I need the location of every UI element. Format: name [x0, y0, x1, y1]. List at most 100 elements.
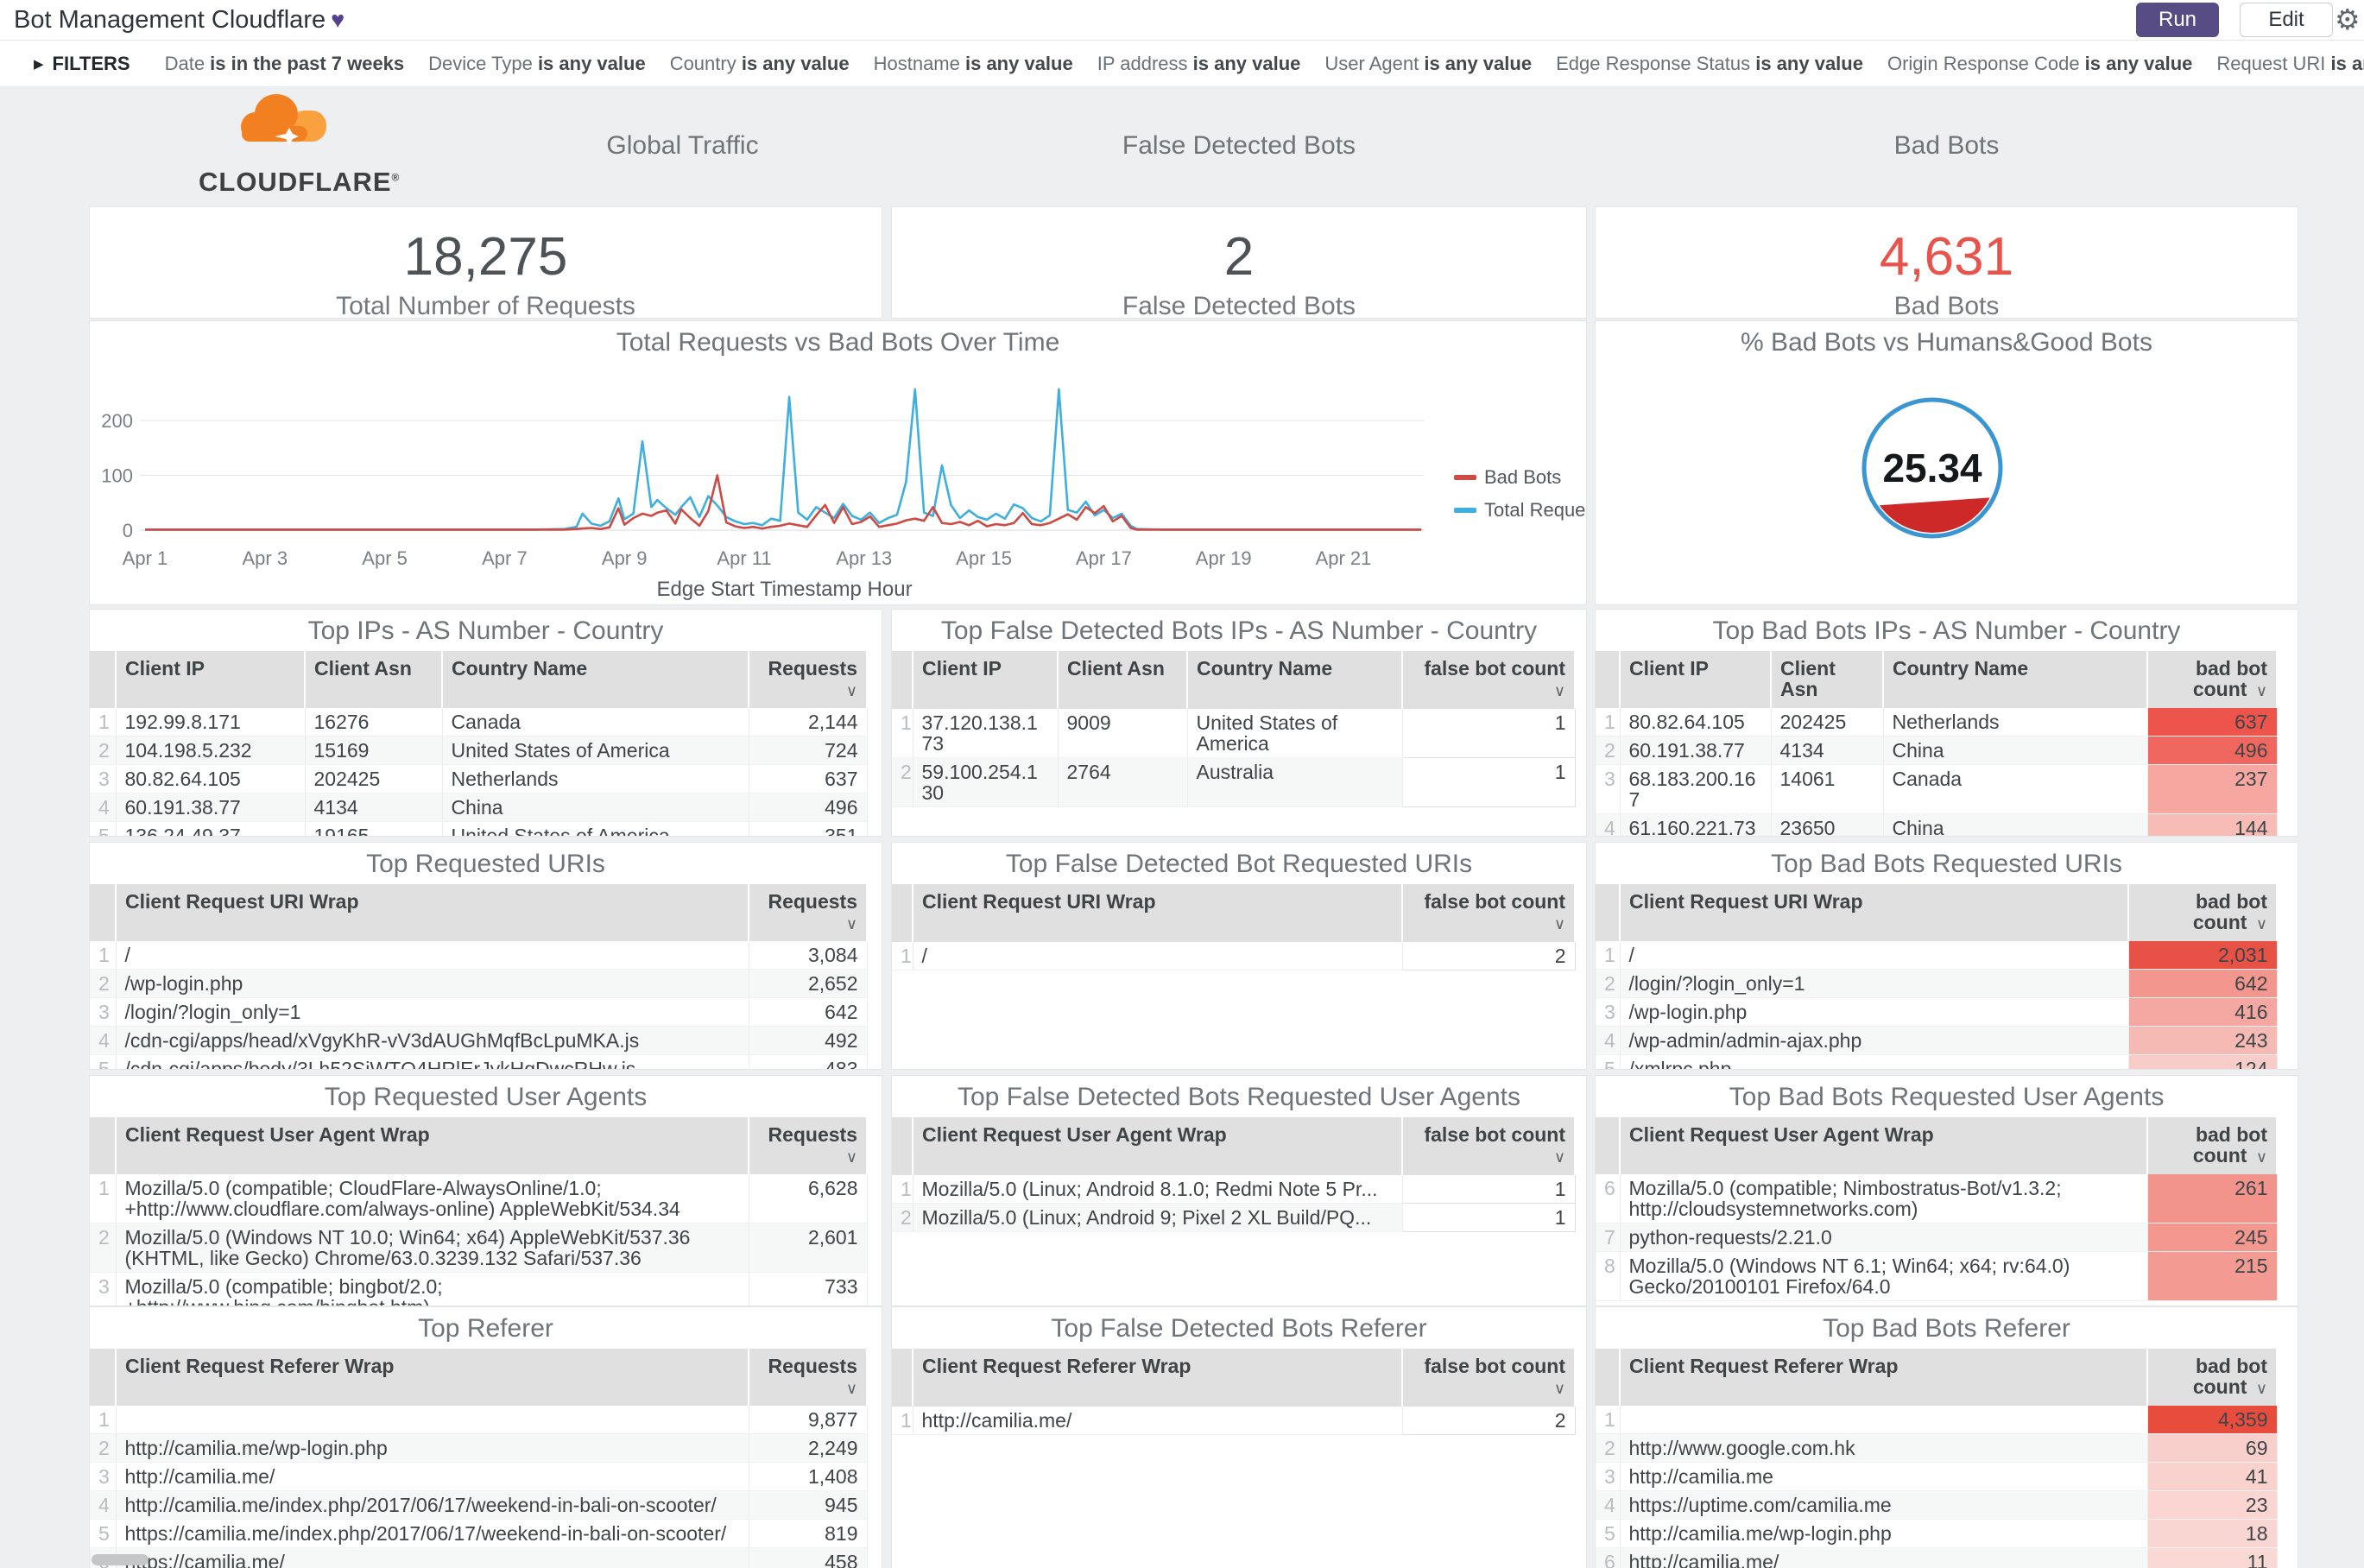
filter-item[interactable]: Country is any value — [670, 53, 850, 74]
count-cell[interactable]: 1 — [1401, 708, 1576, 758]
count-cell[interactable]: 733 — [749, 1272, 868, 1306]
column-header[interactable]: Client Asn — [305, 651, 443, 708]
table-row[interactable]: 4/cdn-cgi/apps/head/xVgyKhR-vV3dAUGhMqfB… — [90, 1026, 868, 1055]
table-row[interactable]: 1 80.82.64.105 202425 Netherlands 637 — [1596, 708, 2278, 737]
column-header[interactable]: Country Name — [442, 651, 749, 708]
table-row[interactable]: 1 Mozilla/5.0 (Linux; Android 8.1.0; Redm… — [892, 1174, 1576, 1204]
cell[interactable]: /cdn-cgi/apps/head/xVgyKhR-vV3dAUGhMqfBc… — [116, 1026, 749, 1055]
table-row[interactable]: 1 37.120.138.173 9009 United States of Amer… — [892, 708, 1576, 758]
column-header-sorted[interactable]: bad bot count ∨ — [2147, 651, 2278, 708]
column-header-sorted[interactable]: false bot count ∨ — [1402, 1349, 1576, 1407]
table-row[interactable]: 3 68.183.200.167 14061 Canada 237 — [1596, 764, 2278, 814]
cell[interactable]: 60.191.38.77 — [1620, 736, 1772, 765]
table-row[interactable]: 8 Mozilla/5.0 (Windows NT 6.1; Win64; x64… — [1596, 1251, 2278, 1301]
cell[interactable]: 9009 — [1058, 708, 1188, 758]
filter-item[interactable]: User Agent is any value — [1324, 53, 1532, 74]
count-cell[interactable]: 2 — [1401, 1406, 1576, 1435]
cell[interactable]: 60.191.38.77 — [116, 793, 306, 822]
cell[interactable]: Netherlands — [442, 764, 749, 793]
cell[interactable]: / — [913, 941, 1403, 971]
column-header[interactable]: Client Request Referer Wrap — [116, 1349, 749, 1406]
filters-caret-icon[interactable]: ▶ — [34, 56, 44, 72]
column-header[interactable]: Client Request Referer Wrap — [1620, 1349, 2148, 1406]
count-cell[interactable]: 237 — [2147, 764, 2278, 814]
table-row[interactable]: 5 136.24.49.37 19165 United States of Ameri… — [90, 821, 868, 836]
timeseries-chart[interactable]: 0 100 200 Apr 1 Apr 3 Apr 5 Apr 7 Apr 9 Apr 11 Ap… — [90, 363, 1586, 604]
cell[interactable]: /wp-admin/admin-ajax.php — [1620, 1026, 2129, 1055]
table-row[interactable]: 2 Mozilla/5.0 (Linux; Android 9; Pixel 2 … — [892, 1203, 1576, 1232]
table-row[interactable]: 3 http://camilia.me/1,408 — [90, 1462, 868, 1491]
table-row[interactable]: 4 60.191.38.77 4134 China 496 — [90, 793, 868, 822]
cell[interactable]: 68.183.200.167 — [1620, 764, 1772, 814]
column-header-sorted[interactable]: Requests ∨ — [749, 884, 868, 941]
cell[interactable]: / — [1620, 941, 2129, 970]
cell[interactable]: Mozilla/5.0 (Windows NT 6.1; Win64; x64;… — [1620, 1251, 2148, 1301]
column-header-sorted[interactable]: bad bot count ∨ — [2128, 884, 2278, 941]
count-cell[interactable]: 4,359 — [2147, 1406, 2278, 1434]
table-row[interactable]: 1 192.99.8.171 16276 Canada 2,144 — [90, 708, 868, 737]
column-header[interactable]: Client IP — [913, 651, 1059, 709]
count-cell[interactable]: 2,652 — [749, 969, 868, 998]
column-header[interactable]: Client IP — [1620, 651, 1772, 708]
count-cell[interactable]: 69 — [2147, 1433, 2278, 1463]
table-row[interactable]: 2 104.198.5.232 15169 United States of Amer… — [90, 736, 868, 765]
column-header[interactable]: Client Request User Agent Wrap — [913, 1117, 1403, 1175]
cell[interactable]: /wp-login.php — [1620, 997, 2129, 1027]
cell[interactable]: 16276 — [305, 708, 443, 737]
table-row[interactable]: 3 http://camilia.me 41 — [1596, 1462, 2278, 1491]
count-cell[interactable]: 2,601 — [749, 1223, 868, 1273]
cell[interactable]: 4134 — [1771, 736, 1884, 765]
count-cell[interactable]: 6,628 — [749, 1174, 868, 1223]
count-cell[interactable]: 492 — [749, 1026, 868, 1055]
cell[interactable]: 59.100.254.130 — [913, 757, 1059, 807]
cell[interactable]: 15169 — [305, 736, 443, 765]
table-row[interactable]: 4 61.160.221.73 23650 China 144 — [1596, 813, 2278, 836]
cell[interactable]: http://camilia.me/wp-login.php — [1620, 1519, 2148, 1548]
table-row[interactable]: 2 http://camilia.me/wp-login.php 2,249 — [90, 1433, 868, 1463]
cell[interactable]: http://camilia.me/index.php/2017/06/17/w… — [116, 1490, 749, 1520]
column-header-sorted[interactable]: Requests ∨ — [749, 1349, 868, 1406]
kpi-tile-bad-bots[interactable]: 4,631 Bad Bots — [1596, 207, 2298, 318]
cell[interactable]: http://camilia.me/ — [1620, 1547, 2148, 1568]
table-row[interactable]: 1/2 — [892, 941, 1576, 971]
filter-item[interactable]: Date is in the past 7 weeks — [165, 53, 405, 74]
column-header[interactable]: Client Request Referer Wrap — [913, 1349, 1403, 1407]
cell[interactable]: 19165 — [305, 821, 443, 836]
cell[interactable]: Mozilla/5.0 (Windows NT 10.0; Win64; x64… — [116, 1223, 749, 1273]
column-header-sorted[interactable]: false bot count ∨ — [1402, 1117, 1576, 1175]
table-row[interactable]: 6https://camilia.me/458 — [90, 1547, 868, 1568]
cell[interactable]: 23650 — [1771, 813, 1884, 836]
cell[interactable]: http://www.google.com.hk — [1620, 1433, 2148, 1463]
cell[interactable]: /login/?login_only=1 — [1620, 969, 2129, 998]
count-cell[interactable]: 2,031 — [2128, 941, 2278, 970]
edit-button[interactable]: Edit — [2240, 3, 2333, 37]
legend-item[interactable]: Bad Bots — [1454, 466, 1586, 489]
filter-item[interactable]: Device Type is any value — [428, 53, 646, 74]
run-button[interactable]: Run — [2136, 3, 2219, 37]
cell[interactable]: 80.82.64.105 — [116, 764, 306, 793]
cell[interactable]: Australia — [1187, 757, 1403, 807]
cell[interactable]: /xmlrpc.php — [1620, 1054, 2129, 1069]
horizontal-scrollbar-thumb[interactable] — [92, 1554, 149, 1565]
column-header[interactable]: Client Request URI Wrap — [1620, 884, 2129, 941]
table-row[interactable]: 6 http://camilia.me/11 — [1596, 1547, 2278, 1568]
count-cell[interactable]: 496 — [749, 793, 868, 822]
gear-icon[interactable]: ⚙ — [2335, 3, 2361, 36]
table-row[interactable]: 5/xmlrpc.php 124 — [1596, 1054, 2278, 1069]
cell[interactable]: python-requests/2.21.0 — [1620, 1223, 2148, 1252]
count-cell[interactable]: 2,144 — [749, 708, 868, 737]
count-cell[interactable]: 1 — [1401, 1203, 1576, 1232]
count-cell[interactable]: 642 — [2128, 969, 2278, 998]
cell[interactable]: 192.99.8.171 — [116, 708, 306, 737]
cell[interactable]: 202425 — [1771, 708, 1884, 737]
table-row[interactable]: 1 4,359 — [1596, 1406, 2278, 1434]
column-header[interactable]: Client Asn — [1771, 651, 1884, 708]
cell[interactable]: Mozilla/5.0 (compatible; Nimbostratus-Bo… — [1620, 1174, 2148, 1223]
cell[interactable]: http://camilia.me/ — [913, 1406, 1403, 1435]
count-cell[interactable]: 11 — [2147, 1547, 2278, 1568]
filters-label[interactable]: FILTERS — [53, 53, 130, 75]
cell[interactable]: 80.82.64.105 — [1620, 708, 1772, 737]
table-row[interactable]: 1 9,877 — [90, 1406, 868, 1434]
column-header-sorted[interactable]: false bot count ∨ — [1402, 884, 1576, 942]
column-header[interactable]: Client IP — [116, 651, 306, 708]
